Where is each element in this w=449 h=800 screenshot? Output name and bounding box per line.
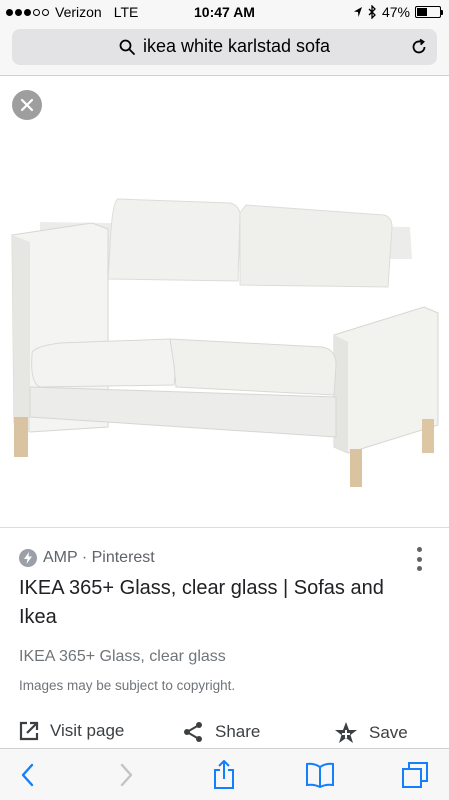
address-content[interactable]: ikea white karlstad sofa bbox=[12, 36, 437, 57]
amp-icon bbox=[19, 549, 37, 567]
location-arrow-icon bbox=[353, 7, 362, 17]
back-icon bbox=[21, 763, 34, 787]
search-query[interactable]: ikea white karlstad sofa bbox=[143, 36, 330, 57]
more-options-button[interactable] bbox=[408, 546, 430, 572]
source-label[interactable]: AMP · Pinterest bbox=[43, 549, 155, 567]
share-page-button[interactable] bbox=[209, 760, 239, 789]
open-in-new-icon bbox=[19, 721, 39, 741]
more-vert-icon bbox=[416, 547, 422, 552]
result-source[interactable]: AMP · Pinterest bbox=[19, 545, 429, 571]
share-icon bbox=[184, 722, 202, 742]
search-icon bbox=[119, 39, 135, 55]
tabs-icon bbox=[402, 762, 428, 788]
address-bar[interactable]: ikea white karlstad sofa bbox=[12, 29, 437, 65]
share-button[interactable]: Share bbox=[181, 720, 260, 744]
result-title[interactable]: IKEA 365+ Glass, clear glass | Sofas and… bbox=[19, 574, 399, 632]
address-area: ikea white karlstad sofa bbox=[0, 24, 449, 76]
battery-icon bbox=[415, 6, 443, 18]
close-button[interactable] bbox=[12, 90, 42, 120]
bluetooth-icon bbox=[368, 5, 376, 19]
forward-icon bbox=[120, 763, 133, 787]
share-sheet-icon bbox=[214, 760, 234, 789]
battery-level bbox=[417, 8, 428, 16]
divider bbox=[0, 527, 449, 528]
save-button[interactable]: Save bbox=[333, 720, 408, 746]
status-right: 47% bbox=[353, 4, 443, 20]
bookmarks-icon bbox=[306, 762, 334, 788]
status-bar: Verizon LTE 10:47 AM 47% bbox=[0, 0, 449, 24]
share-label: Share bbox=[215, 722, 261, 741]
back-button[interactable] bbox=[12, 761, 42, 789]
action-row: Visit page Share Save bbox=[0, 720, 449, 750]
close-icon bbox=[20, 98, 34, 112]
sofa-image bbox=[11, 198, 439, 487]
visit-page-button[interactable]: Visit page bbox=[18, 720, 124, 742]
bookmarks-button[interactable] bbox=[305, 761, 335, 789]
forward-button[interactable] bbox=[112, 761, 142, 789]
copyright-notice: Images may be subject to copyright. bbox=[19, 678, 236, 693]
image-preview bbox=[0, 77, 449, 527]
tabs-button[interactable] bbox=[400, 761, 430, 789]
result-description: IKEA 365+ Glass, clear glass bbox=[19, 648, 226, 665]
star-add-icon bbox=[335, 722, 357, 743]
result-info: AMP · Pinterest IKEA 365+ Glass, clear g… bbox=[19, 545, 429, 693]
battery-percent: 47% bbox=[381, 4, 410, 20]
save-label: Save bbox=[369, 723, 408, 742]
reload-icon[interactable] bbox=[409, 37, 429, 57]
browser-toolbar bbox=[0, 748, 449, 800]
visit-page-label: Visit page bbox=[50, 721, 125, 740]
